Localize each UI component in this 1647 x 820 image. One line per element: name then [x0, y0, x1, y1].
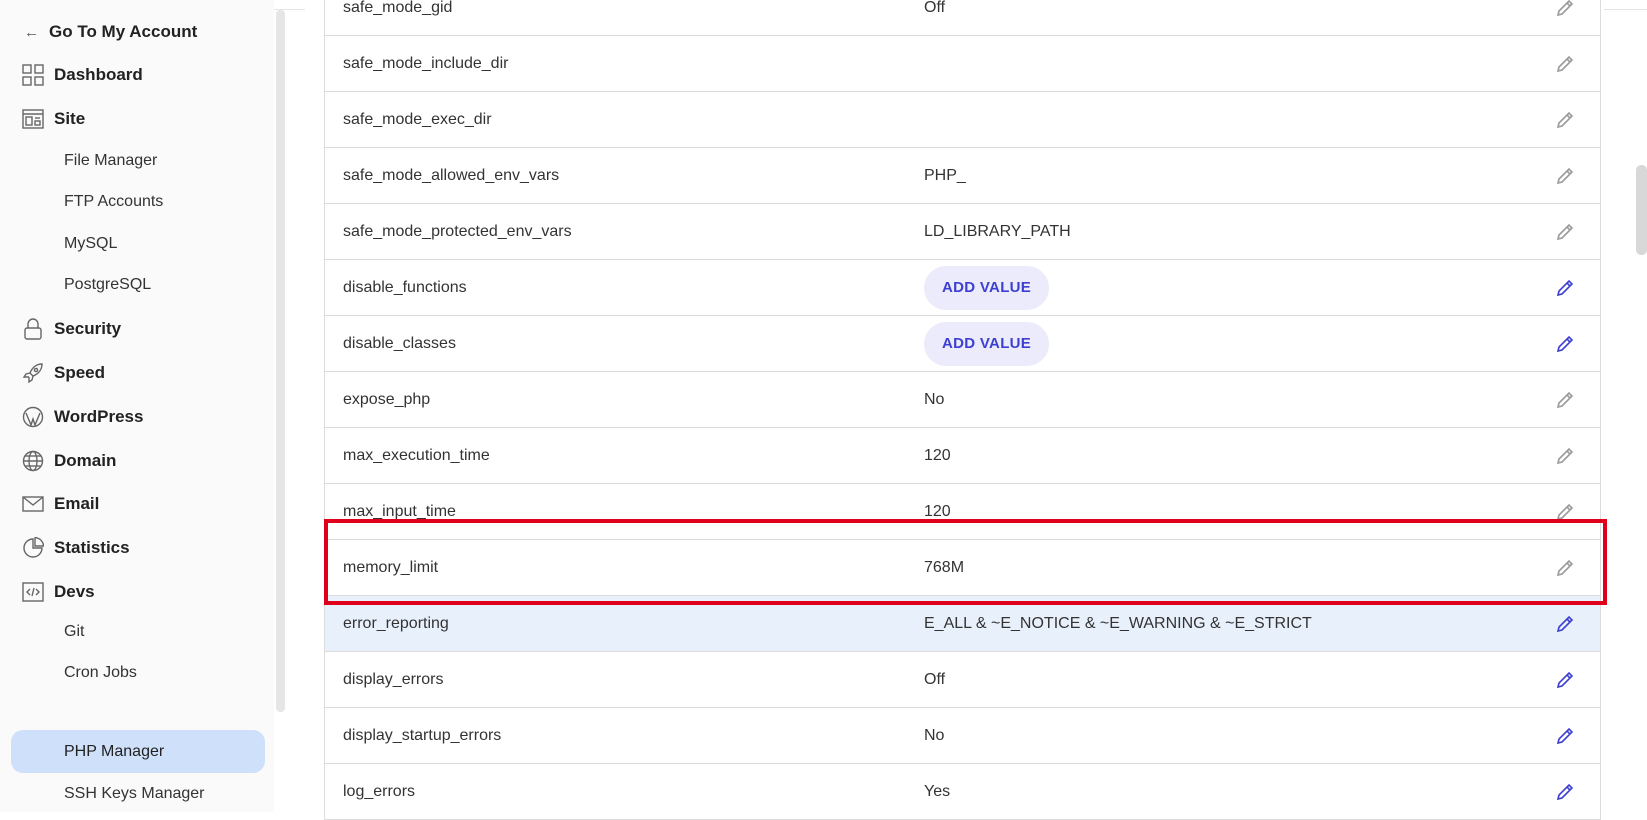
table-row: safe_mode_allowed_env_vars PHP_	[325, 148, 1600, 204]
rocket-icon	[22, 363, 43, 384]
setting-value: LD_LIBRARY_PATH	[924, 222, 1071, 240]
sidebar-item-site[interactable]: Site	[22, 108, 85, 130]
setting-name: error_reporting	[343, 614, 449, 632]
lock-icon	[24, 318, 42, 340]
table-row: expose_php No	[325, 372, 1600, 428]
edit-icon[interactable]	[1555, 110, 1575, 130]
setting-name: safe_mode_exec_dir	[343, 110, 492, 128]
setting-value: Off	[924, 0, 946, 16]
sidebar-sub-cron-jobs[interactable]: Cron Jobs	[64, 664, 137, 682]
sidebar-item-label: Site	[54, 109, 86, 128]
go-to-account-link[interactable]: ← Go To My Account	[24, 22, 197, 42]
edit-icon[interactable]	[1555, 670, 1575, 690]
edit-icon[interactable]	[1555, 390, 1575, 410]
arrow-left-icon: ←	[24, 23, 39, 41]
main-panel: safe_mode_gid Off safe_mode_include_dir saf…	[305, 0, 1604, 820]
sidebar-sub-file-manager[interactable]: File Manager	[64, 152, 157, 170]
go-to-account-label: Go To My Account	[49, 22, 198, 41]
setting-name: safe_mode_gid	[343, 0, 453, 16]
sidebar-item-label: Devs	[54, 582, 95, 601]
php-settings-table: safe_mode_gid Off safe_mode_include_dir saf…	[324, 0, 1601, 820]
setting-name: safe_mode_protected_env_vars	[343, 222, 572, 240]
setting-name: max_execution_time	[343, 446, 490, 464]
table-row: display_startup_errors No	[325, 708, 1600, 764]
sidebar-item-label: Speed	[54, 363, 106, 382]
table-row: max_execution_time 120	[325, 428, 1600, 484]
main-content: safe_mode_gid Off safe_mode_include_dir saf…	[305, 0, 1604, 820]
sidebar-item-label: Email	[54, 494, 100, 513]
table-row: display_errors Off	[325, 652, 1600, 708]
setting-name: display_startup_errors	[343, 726, 502, 744]
setting-name: safe_mode_include_dir	[343, 54, 509, 72]
sidebar-item-security[interactable]: Security	[22, 318, 121, 340]
sidebar-item-email[interactable]: Email	[22, 493, 99, 515]
pie-chart-icon	[23, 537, 44, 558]
setting-value: No	[924, 726, 945, 744]
setting-value: 120	[924, 446, 951, 464]
sidebar-item-label: Security	[54, 319, 122, 338]
setting-name: max_input_time	[343, 502, 456, 520]
edit-icon[interactable]	[1555, 726, 1575, 746]
edit-icon[interactable]	[1555, 54, 1575, 74]
sidebar-item-label: WordPress	[54, 407, 144, 426]
sidebar-sub-mysql[interactable]: MySQL	[64, 235, 117, 253]
sidebar-sub-ftp-accounts[interactable]: FTP Accounts	[64, 193, 163, 211]
globe-icon	[22, 450, 44, 472]
table-row: disable_functions ADD VALUE	[325, 260, 1600, 316]
sidebar-item-wordpress[interactable]: WordPress	[22, 406, 143, 428]
setting-value: No	[924, 390, 945, 408]
add-value-button[interactable]: ADD VALUE	[924, 266, 1050, 310]
mail-icon	[22, 496, 44, 512]
setting-value: E_ALL & ~E_NOTICE & ~E_WARNING & ~E_STRI…	[924, 614, 1312, 632]
sidebar-item-label: Statistics	[54, 538, 130, 557]
sidebar: ← Go To My Account Dashboard Site File M…	[0, 0, 274, 812]
edit-icon[interactable]	[1555, 334, 1575, 354]
sidebar-sub-git[interactable]: Git	[64, 623, 84, 641]
table-row: safe_mode_include_dir	[325, 36, 1600, 92]
setting-name: display_errors	[343, 670, 444, 688]
wordpress-icon	[22, 406, 44, 428]
sidebar-sub-php-manager[interactable]: PHP Manager	[11, 730, 265, 773]
sidebar-item-label: Dashboard	[54, 65, 143, 84]
sidebar-scrollbar[interactable]	[276, 10, 285, 712]
table-row: safe_mode_exec_dir	[325, 92, 1600, 148]
edit-icon[interactable]	[1555, 166, 1575, 186]
add-value-button[interactable]: ADD VALUE	[924, 322, 1050, 366]
edit-icon[interactable]	[1555, 0, 1575, 18]
sidebar-sub-ssh-keys-manager[interactable]: SSH Keys Manager	[64, 785, 205, 803]
sidebar-item-label: Domain	[54, 451, 117, 470]
sidebar-sub-postgresql[interactable]: PostgreSQL	[64, 276, 151, 294]
edit-icon[interactable]	[1555, 782, 1575, 802]
table-row: safe_mode_protected_env_vars LD_LIBRARY_P…	[325, 204, 1600, 260]
setting-name: log_errors	[343, 782, 416, 800]
sidebar-item-speed[interactable]: Speed	[22, 362, 105, 384]
table-row: safe_mode_gid Off	[325, 0, 1600, 36]
table-row: disable_classes ADD VALUE	[325, 316, 1600, 372]
setting-name: disable_classes	[343, 334, 456, 352]
sidebar-item-devs[interactable]: Devs	[22, 581, 95, 603]
setting-value: Off	[924, 670, 946, 688]
setting-value: 120	[924, 502, 951, 520]
setting-name: safe_mode_allowed_env_vars	[343, 166, 560, 184]
code-icon	[22, 582, 44, 602]
sidebar-item-statistics[interactable]: Statistics	[22, 537, 130, 559]
setting-value: Yes	[924, 782, 951, 800]
dashboard-icon	[22, 64, 44, 86]
memory-limit-highlight	[324, 519, 1607, 605]
site-icon	[22, 109, 44, 129]
edit-icon[interactable]	[1555, 278, 1575, 298]
edit-icon[interactable]	[1555, 614, 1575, 634]
setting-value: PHP_	[924, 166, 966, 184]
sidebar-item-domain[interactable]: Domain	[22, 450, 116, 472]
page-scrollbar[interactable]	[1636, 165, 1647, 255]
edit-icon[interactable]	[1555, 222, 1575, 242]
setting-name: disable_functions	[343, 278, 467, 296]
setting-name: expose_php	[343, 390, 431, 408]
edit-icon[interactable]	[1555, 446, 1575, 466]
sidebar-item-dashboard[interactable]: Dashboard	[22, 64, 143, 86]
